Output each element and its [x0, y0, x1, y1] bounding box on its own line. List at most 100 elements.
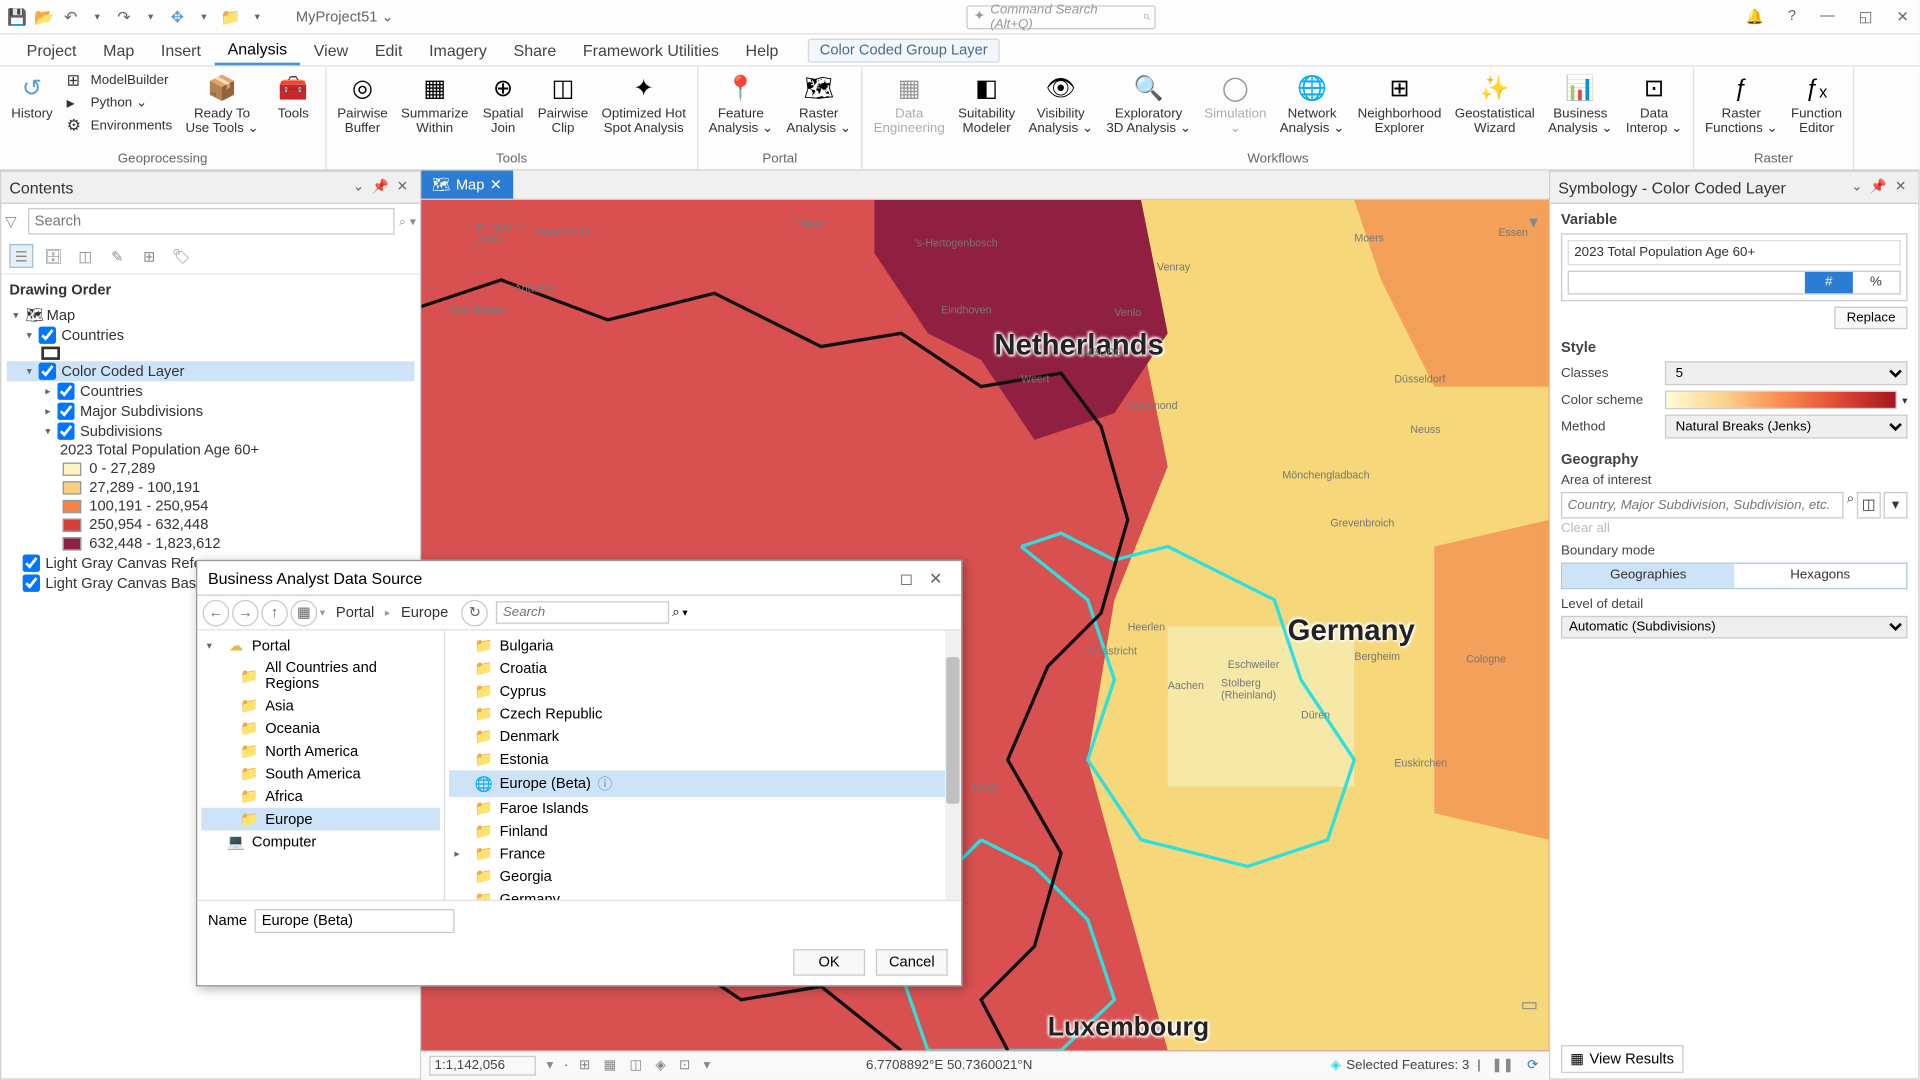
scale-display[interactable]: 1:1,142,056	[429, 1056, 536, 1076]
dialog-maximize-icon[interactable]: ◻	[892, 569, 921, 588]
summarize-within-button[interactable]: ▦SummarizeWithin	[396, 69, 474, 138]
tree-north-america[interactable]: 📁North America	[201, 740, 440, 763]
geostatistical-button[interactable]: ✨GeostatisticalWizard	[1449, 69, 1540, 138]
dialog-scrollbar[interactable]	[945, 631, 961, 900]
search-glass-icon[interactable]: ⌕	[399, 214, 406, 229]
symb-pin-icon[interactable]: 📌	[1866, 180, 1891, 195]
tree-countries-symbol[interactable]	[7, 345, 415, 361]
nav-up-icon[interactable]: ↑	[261, 599, 288, 626]
neighborhood-button[interactable]: ⊞NeighborhoodExplorer	[1352, 69, 1446, 138]
grid-icon[interactable]: ▦	[601, 1058, 619, 1073]
aoi-dropdown-icon[interactable]: ▾	[1884, 492, 1908, 519]
modelbuilder[interactable]: ⊞ModelBuilder	[61, 69, 177, 90]
ok-button[interactable]: OK	[793, 949, 865, 976]
dialog-search-input[interactable]	[496, 601, 669, 624]
contents-close-icon[interactable]: ✕	[393, 180, 412, 195]
explore-dropdown[interactable]: ▾	[192, 5, 216, 29]
tab-share[interactable]: Share	[500, 37, 569, 64]
tree-ccl-major[interactable]: ▸Major Subdivisions	[7, 401, 415, 421]
project-title[interactable]: MyProject51 ⌄	[296, 8, 394, 25]
list-item[interactable]: 📁Georgia	[449, 865, 957, 888]
view-results-button[interactable]: ▦ View Results	[1561, 1045, 1683, 1073]
lod-select[interactable]: Automatic (Subdivisions)	[1561, 616, 1908, 639]
nav-view-icon[interactable]: ▦	[291, 599, 318, 626]
ready-tools[interactable]: 📦Ready ToUse Tools ⌄	[180, 69, 264, 138]
classes-select[interactable]: 5	[1665, 361, 1908, 385]
tab-edit[interactable]: Edit	[362, 37, 416, 64]
snap-icon[interactable]: ⊞	[576, 1058, 593, 1073]
list-item[interactable]: 🌐Europe (Beta) ⓘ	[449, 770, 957, 797]
dialog-close-icon[interactable]: ✕	[921, 569, 950, 588]
correction-icon[interactable]: ◈	[653, 1058, 669, 1073]
refresh-icon[interactable]: ⟳	[1524, 1058, 1541, 1073]
list-item[interactable]: 📁Czech Republic	[449, 702, 957, 725]
symb-close-icon[interactable]: ✕	[1891, 180, 1910, 195]
name-input[interactable]	[255, 908, 455, 932]
network-button[interactable]: 🌐NetworkAnalysis ⌄	[1274, 69, 1349, 138]
map-overview-icon[interactable]: ▭	[1521, 993, 1539, 1016]
tree-asia[interactable]: 📁Asia	[201, 694, 440, 717]
data-engineering-button[interactable]: ▦DataEngineering	[868, 69, 950, 138]
visibility-button[interactable]: 👁VisibilityAnalysis ⌄	[1023, 69, 1098, 138]
tree-south-america[interactable]: 📁South America	[201, 762, 440, 785]
context-tab-ccl[interactable]: Color Coded Group Layer	[808, 38, 1000, 62]
pause-icon[interactable]: ❚❚	[1489, 1058, 1517, 1073]
symb-options-icon[interactable]: ⌄	[1847, 180, 1866, 195]
qat-more[interactable]: ▾	[245, 5, 269, 29]
contents-pin-icon[interactable]: 📌	[368, 180, 393, 195]
list-item[interactable]: ▸📁France	[449, 842, 957, 865]
feature-analysis-button[interactable]: 📍FeatureAnalysis ⌄	[703, 69, 778, 138]
list-by-snapping-icon[interactable]: ⊞	[137, 244, 161, 268]
simulation-button[interactable]: ◯Simulation⌄	[1199, 69, 1272, 138]
history-button[interactable]: ↺History	[5, 69, 58, 124]
notifications-icon[interactable]: 🔔	[1740, 8, 1769, 25]
restore-icon[interactable]: ◱	[1853, 8, 1878, 25]
list-item[interactable]: 📁Finland	[449, 820, 957, 843]
pill-percent[interactable]: %	[1852, 272, 1899, 293]
tools[interactable]: 🧰Tools	[267, 69, 320, 124]
list-by-editing-icon[interactable]: ✎	[105, 244, 129, 268]
dropdown-icon[interactable]: ▾	[701, 1058, 713, 1073]
save-icon[interactable]: 💾	[5, 5, 29, 29]
list-item[interactable]: 📁Germany	[449, 888, 957, 900]
map-tab[interactable]: 🗺 Map ✕	[421, 171, 512, 199]
list-item[interactable]: 📁Estonia	[449, 748, 957, 771]
tree-ccl-sub[interactable]: ▾Subdivisions	[7, 421, 415, 441]
constraints-icon[interactable]: ◫	[627, 1058, 645, 1073]
color-ramp[interactable]	[1665, 391, 1897, 410]
filter-icon[interactable]: ▽	[5, 213, 24, 230]
tab-project[interactable]: Project	[13, 37, 89, 64]
cancel-button[interactable]: Cancel	[876, 949, 948, 976]
tree-africa[interactable]: 📁Africa	[201, 785, 440, 808]
list-item[interactable]: 📁Croatia	[449, 657, 957, 680]
tab-imagery[interactable]: Imagery	[416, 37, 500, 64]
nav-refresh-icon[interactable]: ↻	[462, 599, 489, 626]
help-icon[interactable]: ?	[1783, 8, 1802, 25]
nav-forward-icon[interactable]: →	[232, 599, 259, 626]
list-item[interactable]: 📁Faroe Islands	[449, 797, 957, 820]
open-icon[interactable]: 📂	[32, 5, 56, 29]
tab-help[interactable]: Help	[732, 37, 792, 64]
pairwise-clip-button[interactable]: ◫PairwiseClip	[532, 69, 593, 138]
contents-search-input[interactable]	[28, 208, 395, 235]
tree-portal[interactable]: ▾☁Portal	[201, 635, 440, 658]
legend-row[interactable]: 27,289 - 100,191	[7, 479, 415, 498]
raster-functions-button[interactable]: ƒRasterFunctions ⌄	[1700, 69, 1783, 138]
add-data-icon[interactable]: 📁	[219, 5, 243, 29]
tree-map-root[interactable]: ▾🗺Map	[7, 305, 415, 325]
python[interactable]: ▸Python ⌄	[61, 92, 177, 113]
map-nav-icon[interactable]: ▾	[1529, 211, 1538, 234]
explore-icon[interactable]: ✥	[165, 5, 189, 29]
crumb-portal[interactable]: Portal	[328, 605, 382, 621]
pairwise-buffer-button[interactable]: ◎PairwiseBuffer	[332, 69, 393, 138]
list-by-labeling-icon[interactable]: 🏷	[169, 244, 193, 268]
redo-dropdown[interactable]: ▾	[139, 5, 163, 29]
search-dropdown[interactable]: ▾	[410, 214, 416, 229]
tab-framework[interactable]: Framework Utilities	[570, 37, 733, 64]
raster-analysis-button[interactable]: 🗺RasterAnalysis ⌄	[781, 69, 856, 138]
undo-dropdown[interactable]: ▾	[85, 5, 109, 29]
tree-countries[interactable]: ▾Countries	[7, 325, 415, 345]
command-search[interactable]: Command Search (Alt+Q)	[967, 5, 1156, 29]
redo-icon[interactable]: ↷	[112, 5, 136, 29]
spatial-join-button[interactable]: ⊕SpatialJoin	[476, 69, 529, 138]
